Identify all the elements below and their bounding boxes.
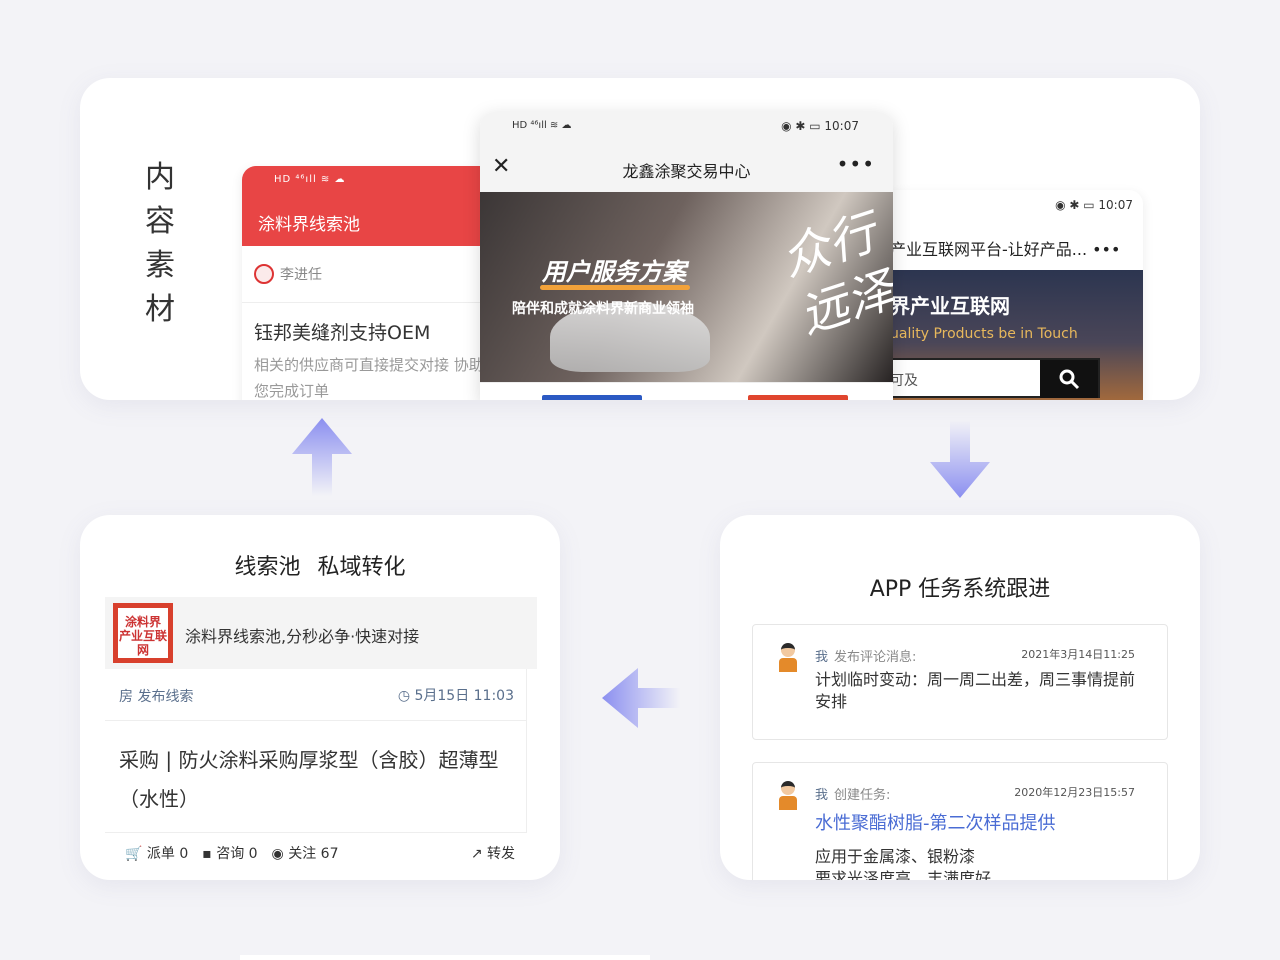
task-meta: 我发布评论消息:: [815, 646, 916, 665]
task-detail: 应用于金属漆、银粉漆: [815, 847, 976, 866]
search-placeholder: 可及: [890, 373, 918, 389]
arrow-down-icon: [930, 420, 990, 498]
clue-pool-card-title: 线索池 私域转化: [234, 555, 406, 580]
status-bar-right: ◉ ✱ ▭ 10:07: [781, 119, 859, 133]
lead-banner[interactable]: 涂料界 产业互联网 涂料界线索池,分秒必争·快速对接: [105, 597, 537, 669]
content-materials-card: 内容素材 HD ⁴⁶ıll ≋ ☁ 涂料界线索池 李进任 钰邦美缝剂支持OEM …: [80, 78, 1200, 400]
clue-feed: 涂料界 产业互联网 涂料界线索池,分秒必争·快速对接 房 发布线索 ◷ 5月15…: [105, 597, 537, 880]
avatar: [777, 781, 799, 813]
status-bar-icons: HD ⁴⁶ıll ≋ ☁: [274, 174, 346, 185]
arrow-left-icon: [602, 668, 680, 728]
task-meta: 我创建任务:: [815, 784, 890, 803]
banner-subline: uality Products be in Touch: [890, 326, 1078, 342]
lead-source: 房 发布线索: [119, 689, 194, 705]
search-icon[interactable]: [1040, 360, 1098, 398]
arrow-up-icon: [292, 418, 352, 496]
task-date: 2020年12月23日15:57: [1014, 786, 1135, 799]
platform-title: 产业互联网平台-让好产品... •••: [890, 240, 1121, 259]
task-author: 我: [815, 650, 829, 665]
status-bar: ◉ ✱ ▭ 10:07: [1055, 198, 1133, 212]
status-bar-left: HD ⁴⁶ıll ≋ ☁: [512, 120, 572, 131]
task-title-link[interactable]: 水性聚酯树脂-第二次样品提供: [815, 809, 1056, 835]
clue-pool-title: 涂料界线索池: [258, 215, 360, 235]
lead-meta: 房 发布线索 ◷ 5月15日 11:03: [105, 669, 527, 721]
tab-project-management[interactable]: [542, 395, 642, 400]
search-input[interactable]: 可及: [888, 358, 1100, 398]
banner-underline: [540, 285, 690, 290]
task-action: 发布评论消息:: [834, 650, 917, 665]
clue-pool-header: HD ⁴⁶ıll ≋ ☁ 涂料界线索池: [242, 166, 492, 246]
clue-pool-card: 线索池 私域转化 涂料界 产业互联网 涂料界线索池,分秒必争·快速对接 房 发布…: [80, 515, 560, 880]
banner-subline: 陪伴和成就涂料界新商业领袖: [512, 301, 694, 317]
lead-time: ◷ 5月15日 11:03: [397, 688, 514, 704]
platform-banner: 界产业互联网 uality Products be in Touch 可及: [888, 270, 1143, 400]
lead-post-title[interactable]: 采购 | 防火涂料采购厚浆型（含胶）超薄型（水性）: [119, 741, 519, 819]
divider: [242, 302, 492, 303]
task-action: 创建任务:: [834, 788, 891, 803]
bottom-strip: [240, 955, 650, 960]
more-icon[interactable]: •••: [837, 152, 875, 176]
banner-calligraphy: 众行远泽: [774, 204, 893, 345]
banner-headline: 界产业互联网: [890, 294, 1010, 318]
post-headline[interactable]: 钰邦美缝剂支持OEM: [254, 318, 430, 345]
follow-button[interactable]: ◉ 关注 67: [272, 843, 339, 863]
post-body: 相关的供应商可直接提交对接 协助您完成订单: [254, 356, 484, 400]
phone-topbar: HD ⁴⁶ıll ≋ ☁ ◉ ✱ ▭ 10:07 ✕ 龙鑫涂聚交易中心 •••: [480, 112, 893, 192]
dispatch-button[interactable]: 🛒 派单 0: [125, 843, 188, 863]
avatar: [254, 264, 274, 284]
brand-logo: 涂料界 产业互联网: [113, 603, 173, 663]
task-item[interactable]: 我创建任务: 2020年12月23日15:57 水性聚酯树脂-第二次样品提供 应…: [752, 762, 1168, 880]
trade-center-title: 龙鑫涂聚交易中心: [622, 162, 751, 181]
post-author[interactable]: 李进任: [254, 264, 322, 284]
task-system-card: APP 任务系统跟进 我发布评论消息: 2021年3月14日11:25 计划临时…: [720, 515, 1200, 880]
industry-platform-phone: ◉ ✱ ▭ 10:07 产业互联网平台-让好产品... ••• 界产业互联网 u…: [888, 190, 1143, 400]
task-system-title: APP 任务系统跟进: [869, 577, 1051, 602]
task-item[interactable]: 我发布评论消息: 2021年3月14日11:25 计划临时变动：周一周二出差，周…: [752, 624, 1168, 740]
task-author: 我: [815, 788, 829, 803]
task-detail: 要求光泽度高、丰满度好: [815, 869, 992, 880]
phone-tabs: [480, 382, 893, 400]
task-body: 计划临时变动：周一周二出差，周三事情提前安排: [815, 670, 1136, 711]
author-name: 李进任: [280, 267, 322, 283]
share-button[interactable]: ↗ 转发: [471, 843, 515, 863]
clue-pool-phone: HD ⁴⁶ıll ≋ ☁ 涂料界线索池 李进任 钰邦美缝剂支持OEM 相关的供应…: [242, 166, 492, 400]
content-materials-title: 内容素材: [145, 160, 175, 327]
lead-banner-text: 涂料界线索池,分秒必争·快速对接: [185, 627, 420, 646]
trade-center-phone: HD ⁴⁶ıll ≋ ☁ ◉ ✱ ▭ 10:07 ✕ 龙鑫涂聚交易中心 ••• …: [480, 112, 893, 400]
lead-actions: 🛒 派单 0 ▪ 咨询 0 ◉ 关注 67 ↗ 转发: [125, 843, 515, 863]
tab-my-projects[interactable]: [748, 395, 848, 400]
avatar: [777, 643, 799, 675]
banner-headline: 用户服务方案: [542, 258, 686, 286]
service-banner[interactable]: 用户服务方案 陪伴和成就涂料界新商业领袖 众行远泽: [480, 192, 893, 382]
consult-button[interactable]: ▪ 咨询 0: [202, 843, 257, 863]
brand-logo-text: 涂料界 产业互联网: [118, 608, 168, 658]
task-date: 2021年3月14日11:25: [1021, 648, 1135, 661]
